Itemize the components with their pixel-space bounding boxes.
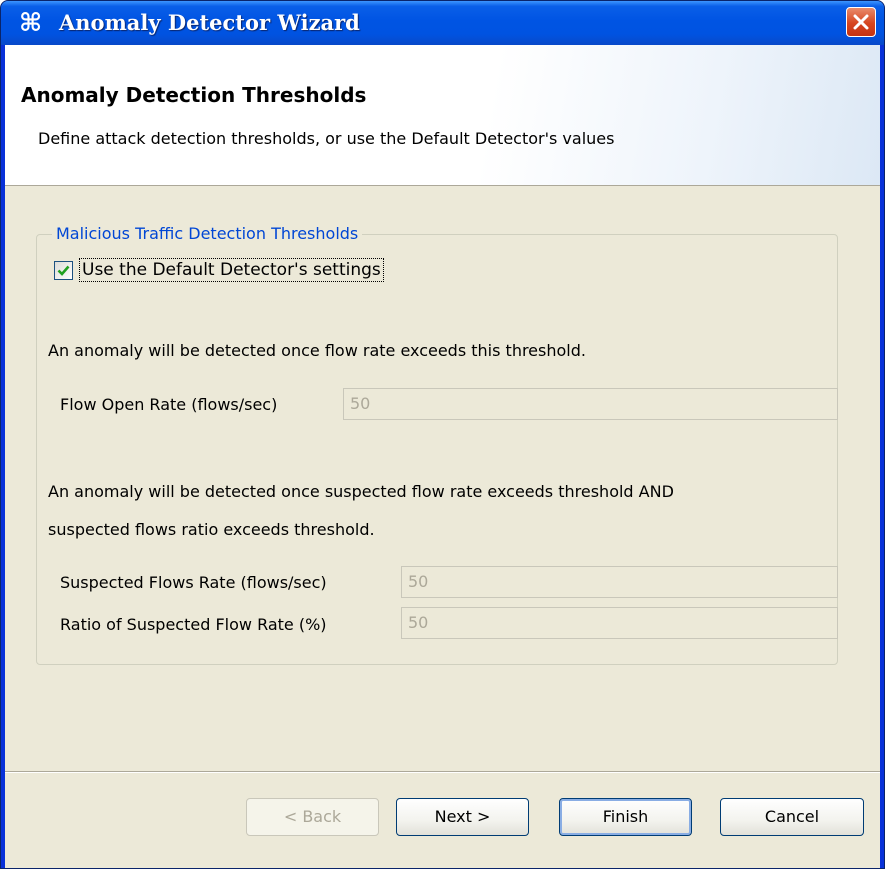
app-icon: ⌘: [19, 8, 43, 37]
suspected-flow-description-line2: suspected flows ratio exceeds threshold.: [48, 520, 375, 539]
footer-separator: [5, 771, 880, 773]
finish-button[interactable]: Finish: [559, 798, 692, 836]
suspected-flow-ratio-input[interactable]: 50: [401, 607, 838, 639]
dialog-client-area: Anomaly Detection Thresholds Define atta…: [5, 45, 880, 868]
wizard-window: ⌘ Anomaly Detector Wizard Anomaly Detect…: [0, 0, 885, 869]
flow-rate-description: An anomaly will be detected once flow ra…: [48, 341, 586, 360]
use-default-settings-label[interactable]: Use the Default Detector's settings: [79, 258, 384, 282]
page-subtitle: Define attack detection thresholds, or u…: [38, 129, 615, 148]
use-default-settings-checkbox[interactable]: [54, 261, 73, 280]
window-title: Anomaly Detector Wizard: [59, 10, 360, 35]
checkmark-icon: [57, 265, 70, 276]
close-icon: [853, 14, 869, 30]
title-bar[interactable]: ⌘ Anomaly Detector Wizard: [1, 1, 884, 45]
cancel-button[interactable]: Cancel: [720, 798, 864, 836]
next-button[interactable]: Next >: [396, 798, 529, 836]
suspected-flow-description-line1: An anomaly will be detected once suspect…: [48, 482, 674, 501]
close-button[interactable]: [846, 7, 876, 37]
suspected-flow-ratio-label: Ratio of Suspected Flow Rate (%): [60, 615, 327, 634]
groupbox-legend: Malicious Traffic Detection Thresholds: [52, 224, 363, 243]
flow-open-rate-input[interactable]: 50: [343, 388, 838, 420]
page-title: Anomaly Detection Thresholds: [21, 83, 367, 107]
suspected-flows-rate-label: Suspected Flows Rate (flows/sec): [60, 573, 327, 592]
thresholds-groupbox: Malicious Traffic Detection Thresholds U…: [36, 224, 838, 665]
flow-open-rate-label: Flow Open Rate (flows/sec): [60, 395, 278, 414]
wizard-header: Anomaly Detection Thresholds Define atta…: [5, 45, 880, 186]
back-button[interactable]: < Back: [246, 798, 379, 836]
suspected-flows-rate-input[interactable]: 50: [401, 566, 838, 598]
